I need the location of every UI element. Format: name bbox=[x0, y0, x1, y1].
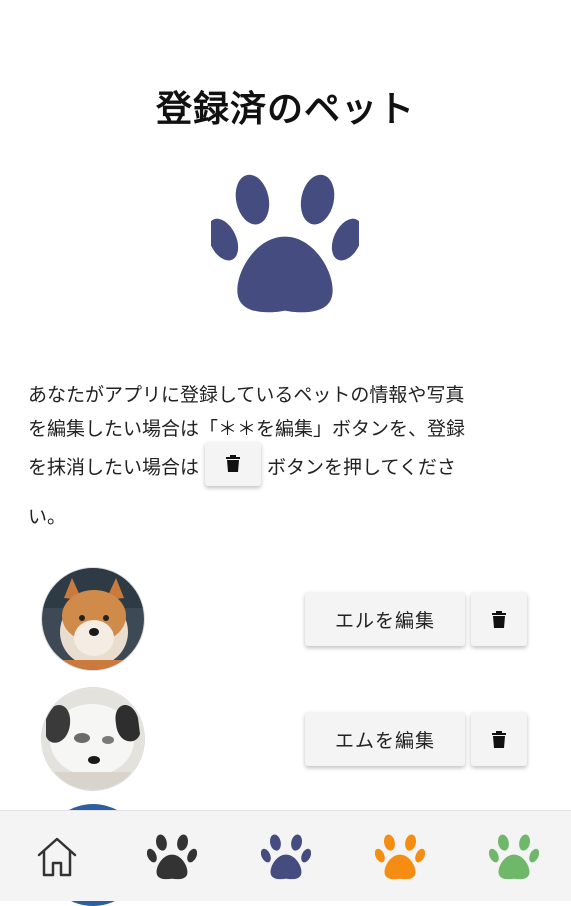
paw-icon bbox=[488, 834, 540, 880]
nav-paw-orange[interactable] bbox=[374, 833, 426, 881]
description-line: い。 bbox=[28, 506, 67, 528]
bottom-nav bbox=[0, 810, 571, 901]
white-dog-photo bbox=[42, 688, 144, 790]
delete-pet-button[interactable] bbox=[471, 712, 527, 766]
edit-pet-button[interactable]: エムを編集 bbox=[305, 712, 465, 766]
description-fragment: ボタンを押してくださ bbox=[267, 456, 456, 479]
description-text: あなたがアプリに登録しているペットの情報や写真 を編集したい場合は「＊＊を編集」… bbox=[28, 378, 548, 534]
pet-row: エルを編集 bbox=[0, 568, 571, 672]
trash-icon bbox=[492, 730, 506, 748]
shiba-inu-photo bbox=[42, 568, 144, 670]
description-line: を編集したい場合は「＊＊を編集」ボタンを、登録 bbox=[28, 418, 466, 440]
pet-row: エムを編集 bbox=[0, 688, 571, 792]
nav-paw-black[interactable] bbox=[146, 833, 198, 881]
paw-icon bbox=[211, 174, 359, 313]
edit-pet-button[interactable]: エルを編集 bbox=[305, 592, 465, 646]
nav-home[interactable] bbox=[33, 833, 83, 881]
pet-avatar bbox=[42, 568, 144, 670]
delete-pet-button[interactable] bbox=[471, 592, 527, 646]
trash-icon bbox=[492, 610, 506, 628]
home-icon bbox=[37, 837, 77, 877]
paw-icon bbox=[260, 834, 312, 880]
paw-icon bbox=[374, 834, 426, 880]
description-line: あなたがアプリに登録しているペットの情報や写真 bbox=[28, 384, 465, 406]
page-title: 登録済のペット bbox=[155, 89, 415, 130]
nav-paw-navy[interactable] bbox=[260, 833, 312, 881]
nav-paw-green[interactable] bbox=[488, 833, 540, 881]
inline-delete-button-example bbox=[205, 442, 262, 486]
pet-avatar bbox=[42, 688, 144, 790]
paw-icon bbox=[146, 834, 198, 880]
description-fragment: を抹消したい場合は bbox=[28, 456, 200, 479]
description-line: を抹消したい場合は ボタンを押してくださ bbox=[28, 442, 548, 486]
trash-icon bbox=[226, 455, 241, 472]
